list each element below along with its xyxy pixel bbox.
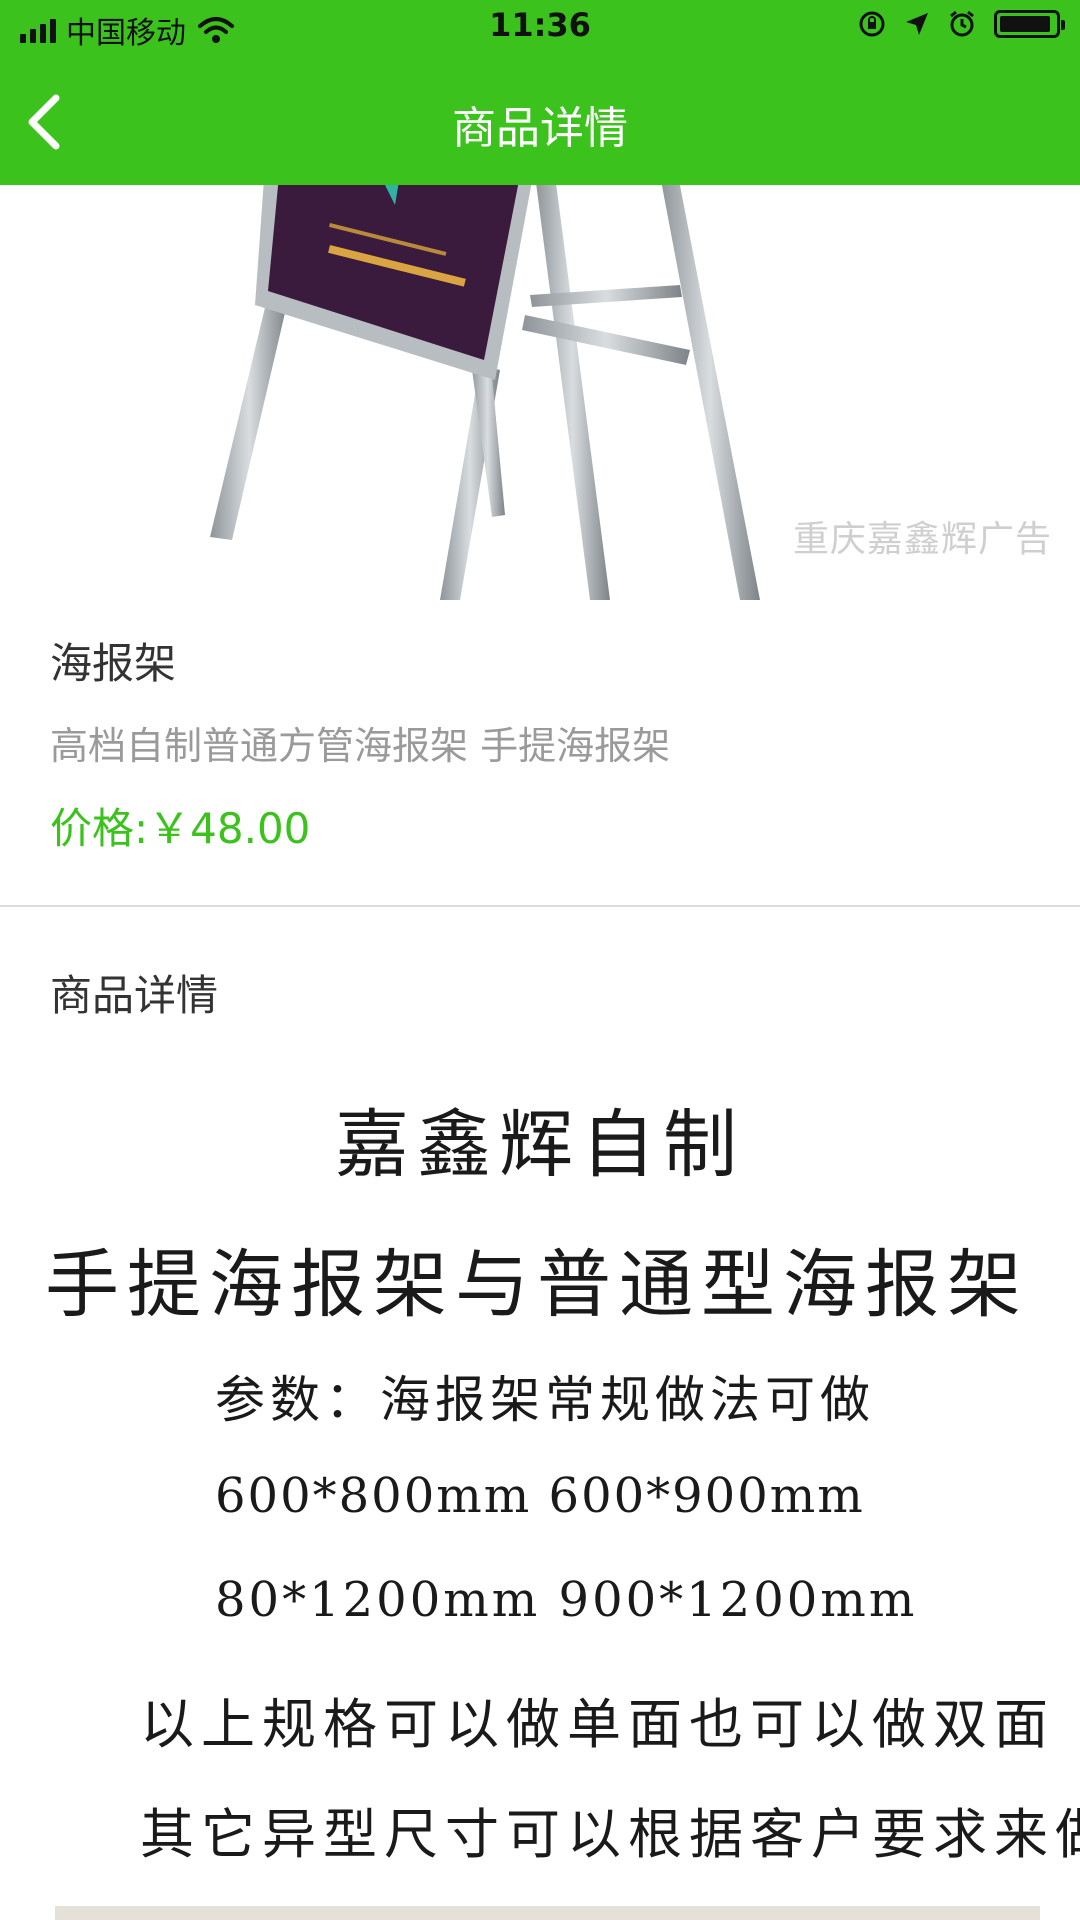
header: 中国移动 11:36 商品详情: [0, 0, 1080, 185]
detail-image: 嘉鑫辉自制 手提海报架与普通型海报架 参数：海报架常规做法可做 600*800m…: [0, 1040, 1080, 1920]
page-title: 商品详情: [452, 103, 628, 154]
detail-line: 80*1200mm 900*1200mm: [215, 1572, 918, 1628]
detail-line: 600*800mm 600*900mm: [215, 1468, 865, 1524]
battery-icon: [994, 10, 1065, 38]
rotation-lock-icon: [859, 11, 885, 37]
product-price: 价格:￥48.00: [50, 804, 311, 853]
image-watermark: 重庆嘉鑫辉广告: [792, 519, 1052, 560]
status-bar: 中国移动 11:36: [0, 0, 1080, 52]
location-arrow-icon: [906, 13, 928, 35]
image-edge: [55, 1906, 1040, 1920]
detail-line: 手提海报架与普通型海报架: [45, 1242, 1029, 1328]
detail-line: 参数：海报架常规做法可做: [215, 1371, 875, 1429]
product-name: 海报架: [50, 639, 177, 688]
detail-line: 其它异型尺寸可以根据客户要求来做: [140, 1803, 1080, 1866]
product-description: 高档自制普通方管海报架 手提海报架: [50, 724, 671, 768]
nav-bar: 商品详情: [0, 52, 1080, 185]
alarm-icon: [950, 10, 974, 37]
detail-line: 嘉鑫辉自制: [335, 1102, 745, 1188]
product-info: 海报架 高档自制普通方管海报架 手提海报架 价格:￥48.00: [0, 600, 1080, 905]
product-image: 重庆嘉鑫辉广告: [0, 185, 1080, 600]
detail-line: 以上规格可以做单面也可以做双面: [140, 1693, 1055, 1756]
detail-section-title: 商品详情: [50, 971, 219, 1020]
status-right: [858, 10, 1065, 38]
section-divider: [0, 905, 1080, 907]
